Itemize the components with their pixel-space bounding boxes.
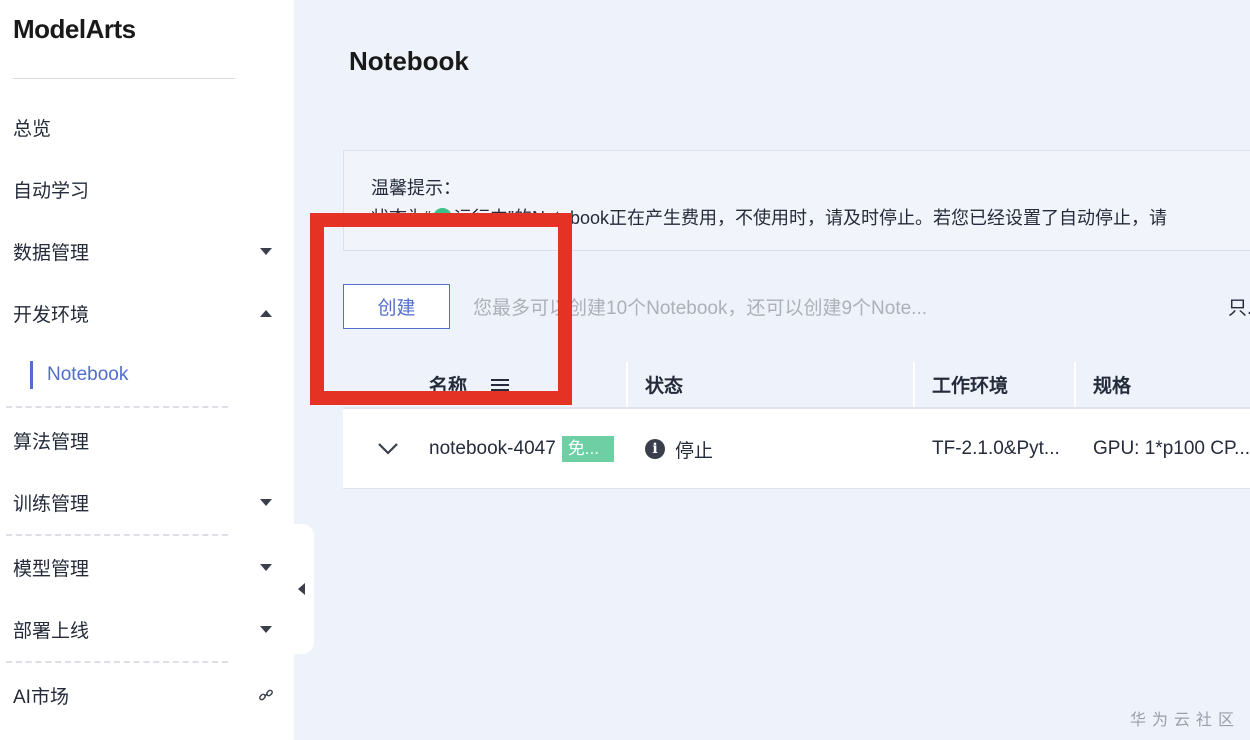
caret-down-icon — [260, 563, 272, 571]
create-hint-text: 您最多可以创建10个Notebook，还可以创建9个Note... — [473, 298, 928, 319]
sidebar-item-label: 训练管理 — [13, 493, 90, 515]
cell-name: notebook-4047 免... — [429, 409, 614, 489]
sidebar: ModelArts 总览 自动学习 数据管理 开发环境 Notebook 算法管… — [0, 0, 294, 740]
caret-up-icon — [260, 309, 272, 317]
expand-row-button[interactable] — [377, 409, 399, 489]
caret-left-icon — [297, 583, 305, 595]
sidebar-item-training-management[interactable]: 训练管理 — [13, 487, 275, 517]
sidebar-item-label: 算法管理 — [13, 431, 90, 453]
column-header-spec[interactable]: 规格 — [1093, 362, 1131, 407]
sidebar-subitem-notebook[interactable]: Notebook — [30, 361, 128, 389]
sidebar-item-label: 数据管理 — [13, 242, 90, 264]
sidebar-subitem-label: Notebook — [47, 364, 129, 385]
brand-logo-text: ModelArts — [13, 14, 136, 44]
footer-watermark: 华为云社区 — [1130, 712, 1241, 729]
column-separator — [626, 362, 628, 407]
column-header-environment[interactable]: 工作环境 — [932, 362, 1008, 407]
cell-spec: GPU: 1*p100 CP... — [1093, 438, 1250, 459]
caret-down-icon — [260, 498, 272, 506]
toolbar-right-text: 只. — [1228, 298, 1250, 319]
brand-divider — [13, 78, 235, 79]
sidebar-item-auto-learning[interactable]: 自动学习 — [13, 174, 275, 204]
sidebar-item-label: 自动学习 — [13, 180, 90, 202]
table-row[interactable]: notebook-4047 免... i 停止 TF-2.1.0&Pyt... … — [343, 409, 1250, 489]
notice-banner: 温馨提示： 状态为“ 运行中”的Notebook正在产生费用，不使用时，请及时停… — [343, 150, 1250, 251]
table-header: 名称 状态 工作环境 规格 — [343, 362, 1250, 409]
notebook-name-link[interactable]: notebook-4047 — [429, 438, 556, 460]
sidebar-item-label: 模型管理 — [13, 558, 90, 580]
sidebar-divider — [6, 534, 228, 536]
sidebar-collapse-button[interactable] — [288, 524, 314, 654]
active-indicator — [30, 361, 33, 389]
create-button[interactable]: 创建 — [343, 284, 450, 329]
filter-icon[interactable] — [491, 378, 510, 392]
cell-environment: TF-2.1.0&Pyt... — [932, 438, 1060, 459]
sidebar-item-data-management[interactable]: 数据管理 — [13, 236, 275, 266]
running-status-icon — [433, 207, 452, 227]
link-icon — [259, 689, 273, 701]
caret-down-icon — [260, 625, 272, 633]
info-icon: i — [645, 439, 665, 459]
notice-text-suffix: 运行中”的Notebook正在产生费用，不使用时，请及时停止。若您已经设置了自动… — [454, 208, 1168, 228]
status-text: 停止 — [675, 440, 714, 462]
cell-status: i 停止 — [645, 409, 713, 489]
sidebar-item-model-management[interactable]: 模型管理 — [13, 552, 275, 582]
sidebar-item-ai-market[interactable]: AI市场 — [13, 680, 275, 710]
sidebar-item-deployment[interactable]: 部署上线 — [13, 614, 275, 644]
sidebar-item-label: 部署上线 — [13, 620, 90, 642]
column-separator — [1074, 362, 1076, 407]
notice-title: 温馨提示： — [371, 178, 461, 198]
column-header-name[interactable]: 名称 — [429, 362, 510, 407]
sidebar-divider — [6, 661, 228, 663]
column-header-status[interactable]: 状态 — [645, 362, 683, 407]
sidebar-item-label: 总览 — [13, 118, 52, 140]
notice-text: 状态为“ 运行中”的Notebook正在产生费用，不使用时，请及时停止。若您已经… — [371, 204, 1167, 230]
caret-down-icon — [260, 247, 272, 255]
sidebar-item-overview[interactable]: 总览 — [13, 112, 275, 142]
free-badge: 免... — [561, 436, 614, 462]
page-title: Notebook — [349, 46, 469, 76]
column-header-label: 名称 — [429, 376, 468, 397]
sidebar-item-algorithm-management[interactable]: 算法管理 — [13, 425, 275, 455]
sidebar-divider — [6, 406, 228, 408]
sidebar-item-label: 开发环境 — [13, 304, 90, 326]
chevron-down-icon — [378, 443, 398, 455]
sidebar-item-dev-environment[interactable]: 开发环境 — [13, 298, 275, 328]
notice-text-prefix: 状态为“ — [371, 208, 431, 228]
sidebar-item-label: AI市场 — [13, 686, 69, 708]
column-separator — [913, 362, 915, 407]
